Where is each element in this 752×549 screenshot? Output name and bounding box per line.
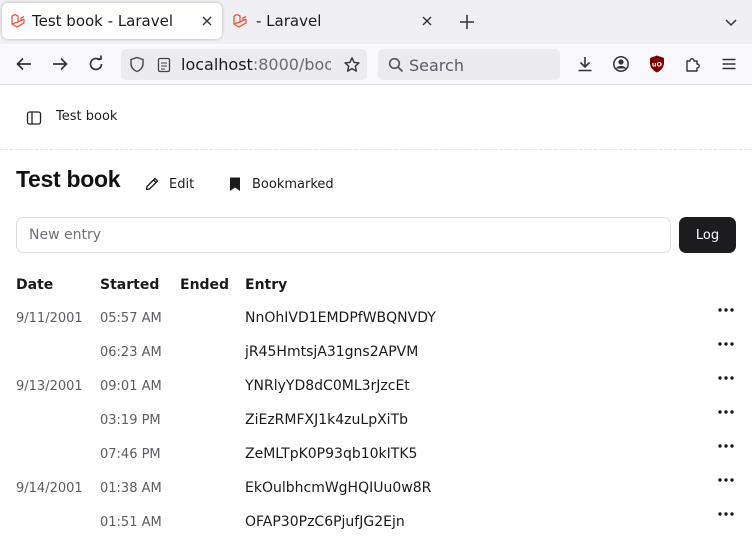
cell-started: 01:38 AM xyxy=(100,481,162,496)
search-placeholder: Search xyxy=(409,56,464,75)
account-icon[interactable] xyxy=(611,54,631,74)
cell-entry: ZeMLTpK0P93qb10kITK5 xyxy=(245,446,418,462)
bookmark-star-icon[interactable] xyxy=(343,56,361,74)
cell-started: 03:19 PM xyxy=(100,413,161,428)
cell-entry: NnOhIVD1EMDPfWBQNVDY xyxy=(245,310,436,326)
bookmarked-button[interactable]: Bookmarked xyxy=(228,174,334,194)
close-tab-icon[interactable] xyxy=(418,12,436,30)
breadcrumb[interactable]: Test book xyxy=(56,109,117,124)
cell-date: 9/13/2001 xyxy=(16,379,83,394)
edit-button[interactable]: Edit xyxy=(144,174,194,194)
reload-icon[interactable] xyxy=(86,54,106,74)
table-row: 06:23 AM jR45HmtsjA31gns2APVM xyxy=(0,342,752,379)
table-row: 01:51 AM OFAP30PzC6PjufJG2Ejn xyxy=(0,512,752,549)
tab-title: - Laravel xyxy=(256,12,322,30)
table-row: 9/11/2001 05:57 AM NnOhIVD1EMDPfWBQNVDY xyxy=(0,308,752,345)
cell-started: 06:23 AM xyxy=(100,345,162,360)
page-title: Test book xyxy=(16,166,121,192)
bookmarked-label: Bookmarked xyxy=(252,176,334,192)
back-arrow-icon[interactable] xyxy=(14,54,34,74)
url-text: localhost:8000/boo xyxy=(181,55,331,75)
table-row: 9/13/2001 09:01 AM YNRlyYD8dC0ML3rJzcEt xyxy=(0,376,752,413)
page-info-icon[interactable] xyxy=(157,57,171,73)
cell-started: 09:01 AM xyxy=(100,379,162,394)
table-row: 07:46 PM ZeMLTpK0P93qb10kITK5 xyxy=(0,444,752,481)
more-options-icon[interactable] xyxy=(716,509,736,519)
table-row: 03:19 PM ZiEzRMFXJ1k4zuLpXiTb xyxy=(0,410,752,447)
download-icon[interactable] xyxy=(575,54,595,74)
column-header-started: Started xyxy=(100,277,160,293)
cell-entry: ZiEzRMFXJ1k4zuLpXiTb xyxy=(245,412,409,428)
pencil-icon xyxy=(145,177,159,191)
close-tab-icon[interactable] xyxy=(198,12,216,30)
sidebar-toggle-icon[interactable] xyxy=(26,110,42,126)
cell-entry: OFAP30PzC6PjufJG2Ejn xyxy=(245,514,405,530)
tab-active[interactable]: Test book - Laravel xyxy=(2,3,222,39)
column-header-date: Date xyxy=(16,277,54,293)
cell-started: 05:57 AM xyxy=(100,311,162,326)
cell-entry: jR45HmtsjA31gns2APVM xyxy=(245,344,419,360)
more-options-icon[interactable] xyxy=(716,305,736,315)
cell-entry: EkOulbhcmWgHQIUu0w8R xyxy=(245,480,432,496)
url-path: :8000/boo xyxy=(252,55,331,74)
url-bar[interactable]: localhost:8000/boo xyxy=(121,49,367,80)
shield-icon[interactable] xyxy=(129,56,145,73)
more-options-icon[interactable] xyxy=(716,373,736,383)
svg-text:uO: uO xyxy=(652,61,663,69)
cell-started: 01:51 AM xyxy=(100,515,162,530)
new-tab-icon[interactable] xyxy=(458,13,476,31)
search-icon xyxy=(388,57,404,73)
search-bar[interactable]: Search xyxy=(378,49,560,80)
tab-inactive[interactable]: - Laravel xyxy=(226,3,442,39)
bookmark-icon xyxy=(230,177,240,191)
tab-title: Test book - Laravel xyxy=(32,12,173,30)
edit-label: Edit xyxy=(169,176,195,192)
chevron-down-icon[interactable] xyxy=(722,13,740,31)
extensions-icon[interactable] xyxy=(683,54,703,74)
cell-started: 07:46 PM xyxy=(100,447,161,462)
browser-tab-strip: Test book - Laravel - Laravel xyxy=(0,0,752,44)
more-options-icon[interactable] xyxy=(716,339,736,349)
cell-entry: YNRlyYD8dC0ML3rJzcEt xyxy=(245,378,410,394)
laravel-icon xyxy=(233,13,247,28)
more-options-icon[interactable] xyxy=(716,475,736,485)
laravel-icon xyxy=(11,13,25,28)
column-header-ended: Ended xyxy=(180,277,230,293)
column-header-entry: Entry xyxy=(245,277,288,293)
forward-arrow-icon[interactable] xyxy=(50,54,70,74)
browser-toolbar: localhost:8000/boo Search uO xyxy=(0,44,752,85)
ublock-origin-icon[interactable]: uO xyxy=(647,54,667,74)
log-button[interactable]: Log xyxy=(679,217,736,253)
new-entry-input[interactable] xyxy=(16,217,671,253)
cell-date: 9/11/2001 xyxy=(16,311,83,326)
more-options-icon[interactable] xyxy=(716,407,736,417)
cell-date: 9/14/2001 xyxy=(16,481,83,496)
menu-icon[interactable] xyxy=(719,54,739,74)
table-row: 9/14/2001 01:38 AM EkOulbhcmWgHQIUu0w8R xyxy=(0,478,752,515)
url-host: localhost xyxy=(181,55,253,74)
app-header: Test book xyxy=(0,85,752,150)
more-options-icon[interactable] xyxy=(716,441,736,451)
